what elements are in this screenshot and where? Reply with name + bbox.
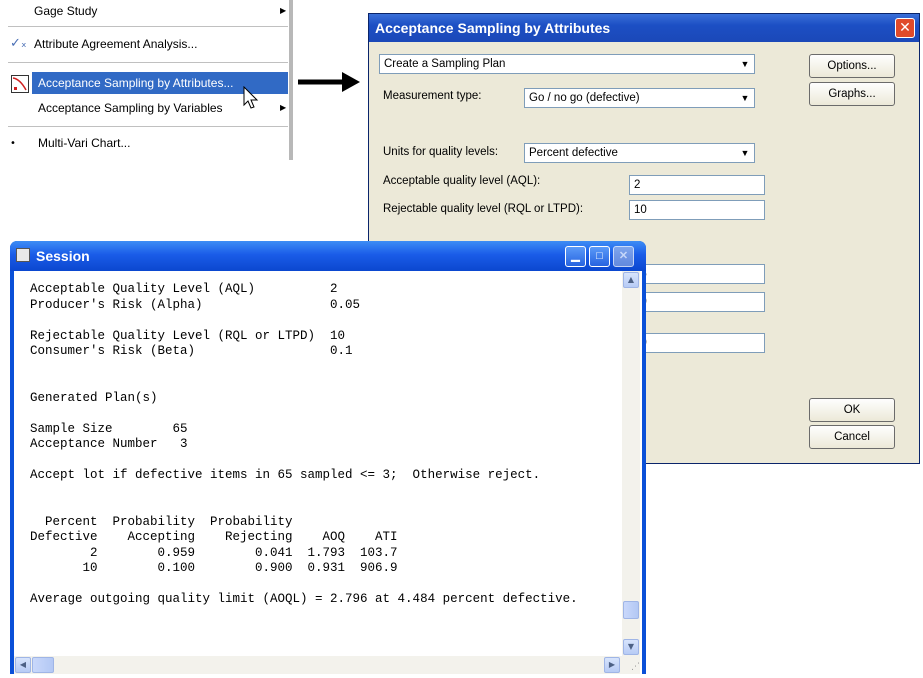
menu-separator	[8, 26, 288, 27]
menu-item-gage-study[interactable]: Gage Study	[34, 0, 97, 22]
units-select[interactable]: Percent defective ▼	[524, 143, 755, 163]
menu-separator	[8, 126, 288, 127]
session-output-line: 2 0.959 0.041 1.793 103.7	[30, 545, 398, 560]
maximize-button[interactable]: □	[589, 246, 610, 267]
menu-item-acceptance-sampling-variables[interactable]: Acceptance Sampling by Variables	[38, 97, 223, 119]
session-output-line	[30, 484, 578, 500]
acceptance-sampling-icon	[11, 75, 29, 93]
cancel-button[interactable]: Cancel	[809, 425, 895, 449]
session-output-line	[30, 360, 578, 376]
graphs-button[interactable]: Graphs...	[809, 82, 895, 106]
rql-label: Rejectable quality level (RQL or LTPD):	[383, 203, 584, 215]
attribute-agreement-icon: ✓ₓ	[10, 36, 27, 51]
horizontal-scroll-thumb[interactable]	[32, 657, 54, 673]
menu-item-label: Attribute Agreement Analysis...	[34, 37, 198, 51]
session-output-line	[30, 406, 578, 422]
session-output-line	[30, 499, 578, 515]
scroll-left-icon[interactable]: ◀	[15, 657, 31, 673]
session-output-line	[30, 453, 578, 469]
session-output-line: Acceptance Number 3	[30, 437, 188, 451]
vertical-scroll-thumb[interactable]	[623, 601, 639, 619]
vertical-scrollbar[interactable]: ▲ ▼	[622, 271, 640, 656]
menu-item-label: Gage Study	[34, 4, 98, 18]
session-output-text: Acceptable Quality Level (AQL) 2 Producer…	[30, 282, 578, 608]
submenu-arrow-icon: ▶	[280, 6, 287, 15]
measurement-type-value: Go / no go (defective)	[529, 92, 640, 104]
session-output-line	[30, 577, 578, 593]
menu-item-label: Acceptance Sampling by Attributes...	[38, 76, 234, 90]
session-output-line: Sample Size 65	[30, 421, 188, 436]
session-output-line: Consumer's Risk (Beta) 0.1	[30, 344, 353, 358]
scroll-up-icon[interactable]: ▲	[623, 272, 639, 288]
session-title: Session	[36, 248, 90, 264]
plan-type-select[interactable]: Create a Sampling Plan ▼	[379, 54, 755, 74]
session-icon	[16, 248, 30, 262]
close-icon: ✕	[899, 20, 911, 36]
lot-size-field[interactable]: 00	[629, 333, 765, 353]
session-output-line: Average outgoing quality limit (AOQL) = …	[30, 592, 578, 606]
session-output-line: Rejectable Quality Level (RQL or LTPD) 1…	[30, 328, 346, 343]
measurement-type-select[interactable]: Go / no go (defective) ▼	[524, 88, 755, 108]
session-output-line: Defective Accepting Rejecting AOQ ATI	[30, 530, 398, 544]
units-value: Percent defective	[529, 147, 618, 159]
options-button[interactable]: Options...	[809, 54, 895, 78]
torn-edge	[0, 148, 300, 178]
menu-shadow	[289, 0, 293, 160]
close-button-disabled: ✕	[613, 246, 634, 267]
aql-label: Acceptable quality level (AQL):	[383, 175, 541, 187]
units-label: Units for quality levels:	[383, 146, 499, 158]
menu-separator	[8, 62, 288, 63]
session-output-line	[30, 313, 578, 329]
session-window: Session ▁ □ ✕ Acceptable Quality Level (…	[10, 241, 646, 674]
session-output-line: Generated Plan(s)	[30, 390, 158, 405]
session-output-pane[interactable]: Acceptable Quality Level (AQL) 2 Producer…	[14, 271, 642, 674]
session-output-line: Accept lot if defective items in 65 samp…	[30, 468, 541, 482]
rql-field[interactable]: 10	[629, 200, 765, 220]
minimize-button[interactable]: ▁	[565, 246, 586, 267]
session-output-line: Producer's Risk (Alpha) 0.05	[30, 297, 361, 312]
session-titlebar: Session ▁ □ ✕	[10, 241, 646, 271]
producers-risk-field[interactable]: 05	[629, 264, 765, 284]
scroll-right-icon[interactable]: ▶	[604, 657, 620, 673]
plan-type-value: Create a Sampling Plan	[384, 58, 506, 70]
consumers-risk-field[interactable]: 10	[629, 292, 765, 312]
session-output-line: 10 0.100 0.900 0.931 906.9	[30, 561, 398, 575]
chevron-down-icon: ▼	[740, 93, 750, 103]
session-output-line: Acceptable Quality Level (AQL) 2	[30, 282, 338, 296]
close-button[interactable]: ✕	[895, 18, 915, 38]
chevron-down-icon: ▼	[740, 148, 750, 158]
aql-field[interactable]: 2	[629, 175, 765, 195]
horizontal-scrollbar[interactable]: ◀ ▶	[14, 656, 622, 674]
scroll-down-icon[interactable]: ▼	[623, 639, 639, 655]
right-arrow-icon	[298, 72, 360, 92]
chevron-down-icon: ▼	[740, 59, 750, 69]
session-output-line	[30, 375, 578, 391]
session-output-line: Percent Probability Probability	[30, 514, 293, 529]
measurement-type-label: Measurement type:	[383, 90, 482, 102]
mouse-pointer-icon	[243, 86, 259, 109]
minimize-icon: ▁	[571, 250, 580, 262]
resize-grip-icon[interactable]: ⋰	[622, 656, 640, 674]
submenu-arrow-icon: ▶	[280, 103, 287, 112]
close-icon: ✕	[618, 250, 629, 262]
ok-button[interactable]: OK	[809, 398, 895, 422]
statistics-submenu: Gage Study ▶ ✓ₓ Attribute Agreement Anal…	[0, 0, 300, 178]
menu-item-attribute-agreement[interactable]: Attribute Agreement Analysis...	[34, 33, 197, 55]
maximize-icon: □	[596, 250, 603, 262]
menu-item-label: Acceptance Sampling by Variables	[38, 101, 223, 115]
dialog-title: Acceptance Sampling by Attributes	[369, 14, 919, 42]
